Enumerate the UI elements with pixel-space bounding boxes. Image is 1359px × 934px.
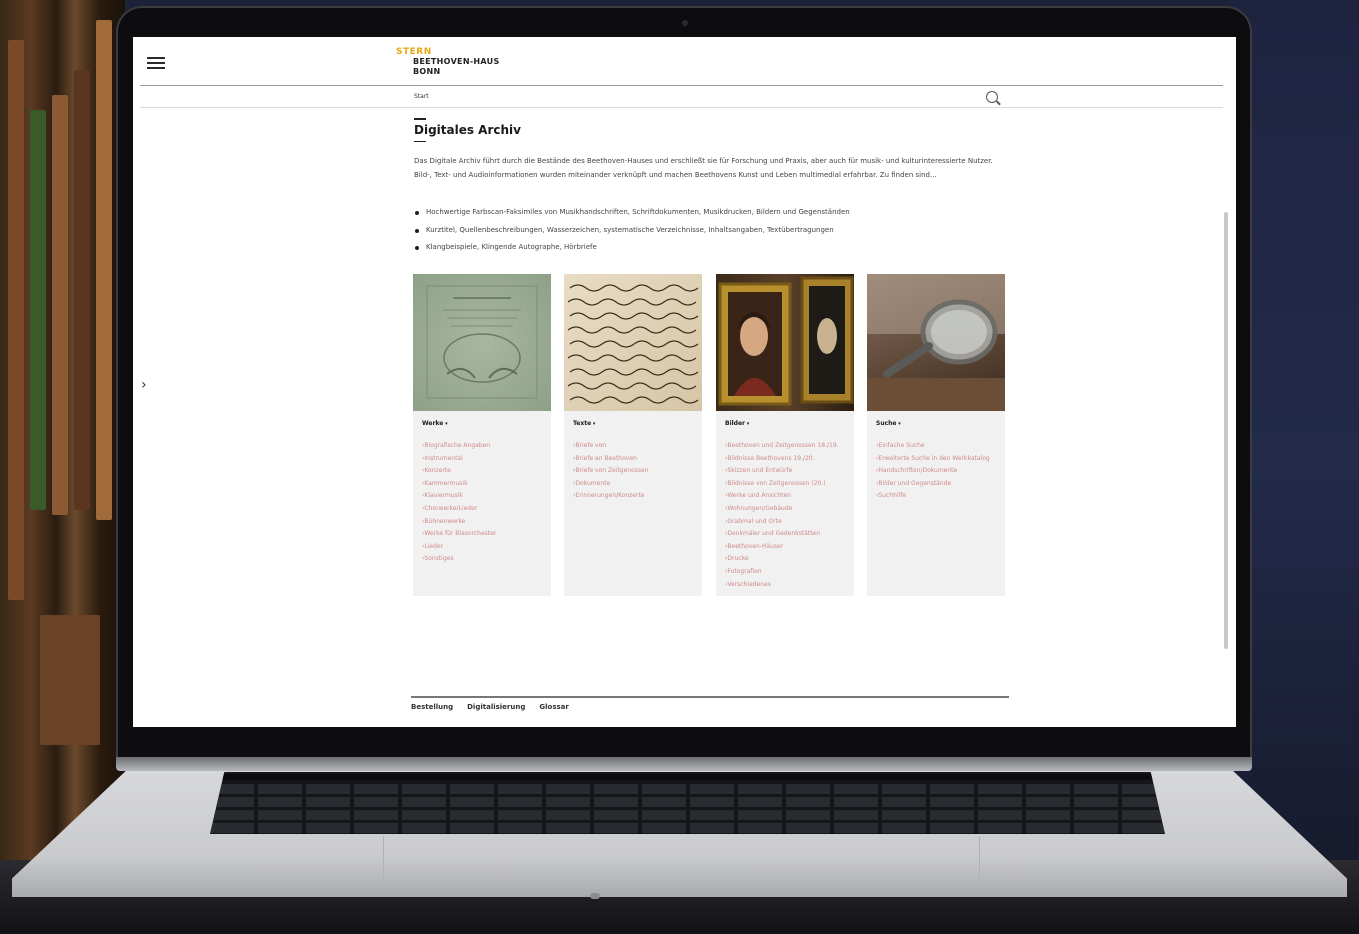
site-logo[interactable]: STERN BEETHOVEN-HAUS BONN xyxy=(396,47,500,77)
card-link[interactable]: Werke für Blasorchester xyxy=(422,528,496,541)
card-link[interactable]: Skizzen und Entwürfe xyxy=(725,465,839,478)
laptop-screen: STERN BEETHOVEN-HAUS BONN Start Digitale… xyxy=(133,37,1236,727)
card-link-list: Briefe von Briefe an Beethoven Briefe vo… xyxy=(573,440,649,503)
category-card-werke: Werke Biografische Angaben Instrumental … xyxy=(413,274,551,596)
card-link[interactable]: Lieder xyxy=(422,541,496,554)
key-row xyxy=(210,784,1165,794)
title-underline xyxy=(414,141,426,142)
feature-list: Hochwertige Farbscan-Faksimiles von Musi… xyxy=(414,204,850,257)
footer-link-digitalisierung[interactable]: Digitalisierung xyxy=(467,703,525,711)
card-heading[interactable]: Bilder xyxy=(725,420,749,427)
key-row xyxy=(210,823,1165,833)
intro-text: Das Digitale Archiv führt durch die Best… xyxy=(414,157,993,179)
hamburger-menu-icon[interactable] xyxy=(147,57,165,71)
card-link[interactable]: Kammermusik xyxy=(422,478,496,491)
key-row xyxy=(210,797,1165,807)
footer-link-glossar[interactable]: Glossar xyxy=(539,703,568,711)
card-link[interactable]: Bilder und Gegenstände xyxy=(876,478,990,491)
card-link[interactable]: Chorwerke/Lieder xyxy=(422,503,496,516)
card-link[interactable]: Sonstiges xyxy=(422,553,496,566)
book-spine xyxy=(74,70,90,510)
card-link[interactable]: Bildnisse von Zeitgenossen (20.) xyxy=(725,478,839,491)
card-link[interactable]: Instrumental xyxy=(422,453,496,466)
card-link[interactable]: Erinnerungen/Konzerte xyxy=(573,490,649,503)
card-link[interactable]: Fotografien xyxy=(725,566,839,579)
card-link[interactable]: Briefe von Zeitgenossen xyxy=(573,465,648,478)
feature-item: Kurztitel, Quellenbeschreibungen, Wasser… xyxy=(414,222,850,240)
feature-item: Klangbeispiele, Klingende Autographe, Hö… xyxy=(414,239,850,257)
nav-divider xyxy=(140,107,1223,108)
feature-item: Hochwertige Farbscan-Faksimiles von Musi… xyxy=(414,204,850,222)
logo-line-2: BONN xyxy=(413,67,441,76)
laptop-keyboard xyxy=(210,772,1165,834)
card-link[interactable]: Dokumente xyxy=(573,478,649,491)
card-link-list: Einfache Suche Erweiterte Suche in den W… xyxy=(876,440,990,503)
category-card-texte: Texte Briefe von Briefe an Beethoven Bri… xyxy=(564,274,702,596)
card-link[interactable]: Handschriften/Dokumente xyxy=(876,465,990,478)
key-row xyxy=(210,810,1165,820)
footer-link-bestellung[interactable]: Bestellung xyxy=(411,703,453,711)
magnifying-glass-image[interactable] xyxy=(867,274,1005,411)
card-link[interactable]: Denkmäler und Gedenkstätten xyxy=(725,528,839,541)
framed-portraits-illustration xyxy=(718,276,854,406)
book-spine xyxy=(52,95,68,515)
card-link[interactable]: Konzerte xyxy=(422,465,496,478)
card-link[interactable]: Beethoven und Zeitgenossen 18./19. xyxy=(725,440,838,453)
card-link[interactable]: Wohnungen/Gebäude xyxy=(725,503,839,516)
lid-notch xyxy=(590,893,600,899)
chevron-right-icon[interactable]: › xyxy=(141,377,147,393)
card-link[interactable]: Grabmal und Orte xyxy=(725,516,839,529)
category-card-suche: Suche Einfache Suche Erweiterte Suche in… xyxy=(867,274,1005,596)
scrollbar[interactable] xyxy=(1224,212,1228,649)
card-link[interactable]: Verschiedenes xyxy=(725,579,839,592)
title-accent xyxy=(414,118,426,120)
card-link[interactable]: Klaviermusik xyxy=(422,490,496,503)
trackpad xyxy=(383,836,980,891)
card-link[interactable]: Suchhilfe xyxy=(876,490,990,503)
footer-links: Bestellung Digitalisierung Glossar xyxy=(411,703,569,711)
card-heading[interactable]: Werke xyxy=(422,420,448,427)
book-spine xyxy=(40,615,100,745)
card-link-list: Beethoven und Zeitgenossen 18./19. Bildn… xyxy=(725,440,839,592)
card-link[interactable]: Erweiterte Suche in den Werkkatalog xyxy=(876,453,989,466)
manuscript-image[interactable] xyxy=(564,274,702,411)
page-title: Digitales Archiv xyxy=(414,123,521,137)
laptop-hinge xyxy=(116,757,1252,771)
card-link[interactable]: Briefe von xyxy=(573,440,649,453)
logo-line-1: BEETHOVEN-HAUS xyxy=(413,57,500,66)
book-spine xyxy=(8,40,24,600)
music-print-image[interactable] xyxy=(413,274,551,411)
card-link[interactable]: Drucke xyxy=(725,553,839,566)
footer-divider xyxy=(411,696,1009,698)
magnifying-glass-illustration xyxy=(867,274,1005,411)
card-link[interactable]: Beethoven-Häuser xyxy=(725,541,839,554)
book-spine xyxy=(30,110,46,510)
music-print-illustration xyxy=(426,285,538,399)
card-link[interactable]: Bühnenwerke xyxy=(422,516,496,529)
logo-tagline: STERN xyxy=(396,47,432,57)
handwriting-illustration xyxy=(567,284,699,404)
card-link[interactable]: Biografische Angaben xyxy=(422,440,496,453)
search-icon[interactable] xyxy=(986,91,998,103)
card-link[interactable]: Werke und Ansichten xyxy=(725,490,839,503)
card-link[interactable]: Briefe an Beethoven xyxy=(573,453,649,466)
book-spine xyxy=(96,20,112,520)
portrait-paintings-image[interactable] xyxy=(716,274,854,411)
card-link-list: Biografische Angaben Instrumental Konzer… xyxy=(422,440,496,566)
breadcrumb[interactable]: Start xyxy=(414,93,429,100)
card-link[interactable]: Einfache Suche xyxy=(876,440,990,453)
touch-bar xyxy=(210,774,1165,780)
card-heading[interactable]: Suche xyxy=(876,420,901,427)
card-link[interactable]: Bildnisse Beethovens 19./20. xyxy=(725,453,839,466)
card-heading[interactable]: Texte xyxy=(573,420,595,427)
header-divider xyxy=(140,85,1223,86)
category-card-bilder: Bilder Beethoven und Zeitgenossen 18./19… xyxy=(716,274,854,596)
webcam xyxy=(682,20,688,26)
